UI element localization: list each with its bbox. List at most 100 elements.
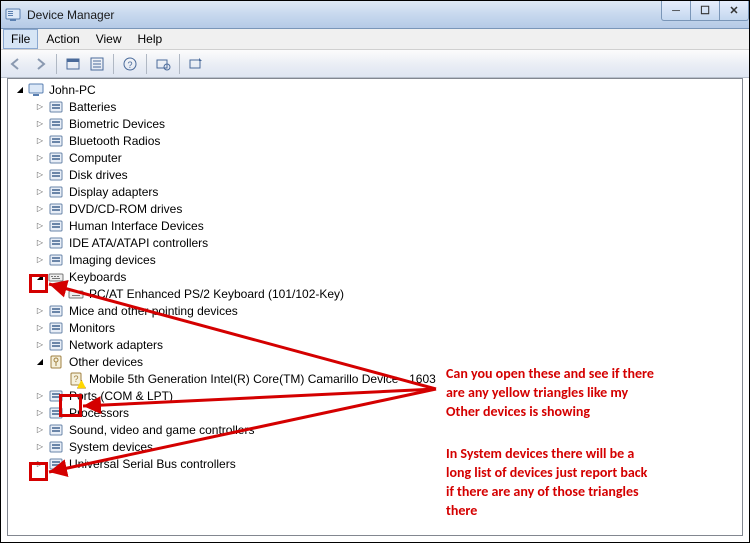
expand-toggle[interactable]: ◢ xyxy=(32,354,48,370)
close-button[interactable]: ✕ xyxy=(719,1,749,21)
tree-category-label: DVD/CD-ROM drives xyxy=(67,201,184,217)
tree-category-label: Biometric Devices xyxy=(67,116,167,132)
expand-toggle[interactable]: ▷ xyxy=(32,150,48,166)
expand-toggle[interactable]: ▷ xyxy=(32,456,48,472)
expand-toggle[interactable]: ◢ xyxy=(32,269,48,285)
category-icon xyxy=(48,439,64,455)
tree-category[interactable]: ▷ System devices xyxy=(8,438,742,455)
properties-button[interactable] xyxy=(86,53,108,75)
tree-category-label: Sound, video and game controllers xyxy=(67,422,256,438)
tree-category[interactable]: ▷ Imaging devices xyxy=(8,251,742,268)
tree-category-label: System devices xyxy=(67,439,155,455)
tree-category[interactable]: ▷ Disk drives xyxy=(8,166,742,183)
expand-toggle[interactable]: ▷ xyxy=(32,184,48,200)
tree-category[interactable]: ▷ Biometric Devices xyxy=(8,115,742,132)
computer-icon xyxy=(28,82,44,98)
expand-toggle[interactable]: ▷ xyxy=(32,99,48,115)
tree-category-label: Other devices xyxy=(67,354,145,370)
expand-toggle[interactable]: ▷ xyxy=(32,235,48,251)
menu-help[interactable]: Help xyxy=(130,29,171,49)
tree-category-other-devices[interactable]: ◢ Other devices xyxy=(8,353,742,370)
menu-view[interactable]: View xyxy=(88,29,130,49)
update-driver-button[interactable] xyxy=(185,53,207,75)
toolbar-separator xyxy=(56,54,57,74)
tree-category-label: Mice and other pointing devices xyxy=(67,303,240,319)
tree-category[interactable]: ▷ Sound, video and game controllers xyxy=(8,421,742,438)
expand-toggle[interactable]: ▷ xyxy=(32,218,48,234)
expand-toggle[interactable]: ◢ xyxy=(12,82,28,98)
expand-toggle[interactable]: ▷ xyxy=(32,201,48,217)
category-icon xyxy=(48,167,64,183)
help-button[interactable]: ? xyxy=(119,53,141,75)
category-icon xyxy=(48,218,64,234)
toolbar-separator xyxy=(146,54,147,74)
tree-category-label: Batteries xyxy=(67,99,118,115)
category-icon xyxy=(48,150,64,166)
category-icon xyxy=(48,184,64,200)
tree-device-label: PC/AT Enhanced PS/2 Keyboard (101/102-Ke… xyxy=(87,286,346,302)
menu-action[interactable]: Action xyxy=(38,29,87,49)
tree-category-label: Keyboards xyxy=(67,269,128,285)
tree-root[interactable]: ◢ John-PC xyxy=(8,81,742,98)
expand-toggle[interactable]: ▷ xyxy=(32,422,48,438)
expand-toggle[interactable]: ▷ xyxy=(32,320,48,336)
tree-category[interactable]: ▷Processors xyxy=(8,404,742,421)
expand-toggle[interactable]: ▷ xyxy=(32,252,48,268)
back-button[interactable] xyxy=(5,53,27,75)
tree-category[interactable]: ▷Computer xyxy=(8,149,742,166)
category-icon xyxy=(48,320,64,336)
tree-category-label: Display adapters xyxy=(67,184,160,200)
svg-text:?: ? xyxy=(73,374,78,384)
scan-button[interactable] xyxy=(152,53,174,75)
device-tree-panel[interactable]: ◢ John-PC ▷ Batteries ▷ Biometric Devices ▷ B… xyxy=(7,78,743,536)
keyboard-icon xyxy=(68,286,84,302)
tree-category-label: IDE ATA/ATAPI controllers xyxy=(67,235,210,251)
category-icon xyxy=(48,388,64,404)
category-icon xyxy=(48,252,64,268)
tree-category-label: Universal Serial Bus controllers xyxy=(67,456,238,472)
category-icon xyxy=(48,303,64,319)
expand-toggle[interactable]: ▷ xyxy=(32,388,48,404)
tree-device-keyboard[interactable]: PC/AT Enhanced PS/2 Keyboard (101/102-Ke… xyxy=(8,285,742,302)
window-title: Device Manager xyxy=(27,8,114,22)
show-hidden-button[interactable] xyxy=(62,53,84,75)
menubar: File Action View Help xyxy=(1,29,749,50)
tree-category[interactable]: ▷Ports (COM & LPT) xyxy=(8,387,742,404)
tree-category-label: Monitors xyxy=(67,320,117,336)
window-controls: ─ ☐ ✕ xyxy=(662,1,749,21)
expand-toggle[interactable]: ▷ xyxy=(32,337,48,353)
tree-category-label: Bluetooth Radios xyxy=(67,133,162,149)
tree-category[interactable]: ▷Human Interface Devices xyxy=(8,217,742,234)
tree-device-unknown[interactable]: ? Mobile 5th Generation Intel(R) Core(TM… xyxy=(8,370,742,387)
app-icon xyxy=(5,7,21,23)
tree-category[interactable]: ▷ Monitors xyxy=(8,319,742,336)
tree-category[interactable]: ▷ Bluetooth Radios xyxy=(8,132,742,149)
expand-toggle[interactable]: ▷ xyxy=(32,167,48,183)
category-icon xyxy=(48,422,64,438)
menu-file[interactable]: File xyxy=(3,29,38,49)
tree-category-label: Disk drives xyxy=(67,167,130,183)
tree-category-label: Imaging devices xyxy=(67,252,158,268)
forward-button[interactable] xyxy=(29,53,51,75)
expand-toggle[interactable]: ▷ xyxy=(32,439,48,455)
category-icon xyxy=(48,99,64,115)
expand-toggle[interactable]: ▷ xyxy=(32,303,48,319)
minimize-button[interactable]: ─ xyxy=(661,1,691,21)
tree-category[interactable]: ▷ Batteries xyxy=(8,98,742,115)
tree-category[interactable]: ▷ DVD/CD-ROM drives xyxy=(8,200,742,217)
unknown-device-icon: ? xyxy=(68,371,84,387)
tree-category[interactable]: ▷Network adapters xyxy=(8,336,742,353)
expand-toggle[interactable]: ▷ xyxy=(32,133,48,149)
tree-category[interactable]: ▷ Universal Serial Bus controllers xyxy=(8,455,742,472)
toolbar-separator xyxy=(113,54,114,74)
expand-toggle[interactable]: ▷ xyxy=(32,116,48,132)
toolbar-separator xyxy=(179,54,180,74)
tree-category-keyboards[interactable]: ◢ Keyboards xyxy=(8,268,742,285)
tree-category[interactable]: ▷ IDE ATA/ATAPI controllers xyxy=(8,234,742,251)
maximize-button[interactable]: ☐ xyxy=(690,1,720,21)
expand-toggle[interactable]: ▷ xyxy=(32,405,48,421)
toolbar: ? xyxy=(1,50,749,78)
category-icon xyxy=(48,337,64,353)
tree-category[interactable]: ▷ Mice and other pointing devices xyxy=(8,302,742,319)
tree-category[interactable]: ▷ Display adapters xyxy=(8,183,742,200)
